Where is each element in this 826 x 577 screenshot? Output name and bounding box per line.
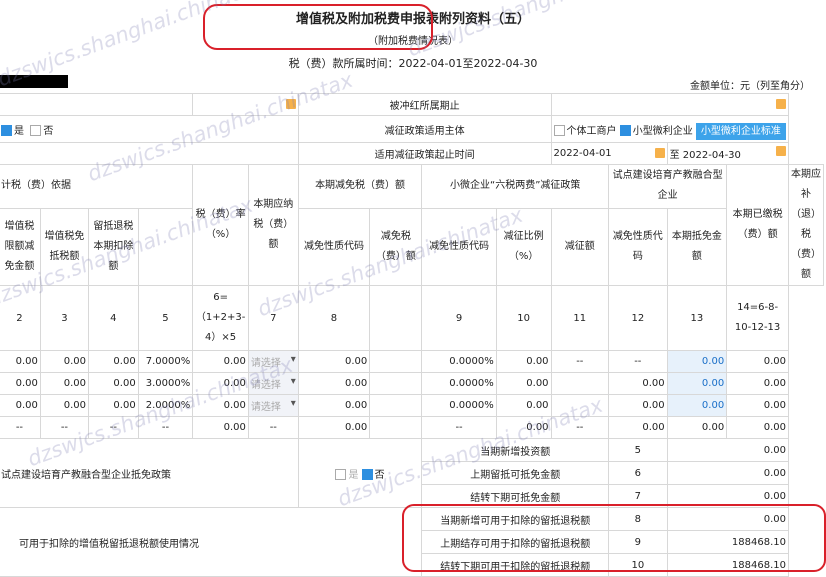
col-num: 12 <box>608 285 668 351</box>
start-date-input[interactable]: 2022-04-01 <box>554 148 612 159</box>
table-row: -- -- -- -- 0.00 -- 0.00 -- 0.00 -- 0.00… <box>0 416 824 439</box>
six-code-header: 减免性质代码 <box>421 207 497 287</box>
refund-deduct-header: 留抵退税本期扣除额 <box>88 207 139 287</box>
pilot-amount-header: 本期抵免金额 <box>666 207 728 287</box>
col-num: 7 <box>247 285 299 351</box>
no-label: 否 <box>43 125 54 137</box>
ratio-header: 减征比例（%） <box>495 207 552 287</box>
col-num: 4 <box>88 285 139 351</box>
pilot-item-label: 当期新增投资额 <box>421 438 610 462</box>
pilot-yes-label: 是 <box>348 469 359 481</box>
yes-label: 是 <box>14 125 24 137</box>
rate-cell: 7.0000% <box>137 350 194 373</box>
reduce-code-select[interactable]: 请选择 ▾ <box>247 394 299 417</box>
paid-header: 本期已缴税（费）额 <box>726 164 789 286</box>
col-num: 11 <box>550 285 610 351</box>
title-highlight-oval <box>203 4 433 50</box>
amount-unit: 金额单位：元（列至角分） <box>690 81 810 92</box>
individual-checkbox[interactable] <box>553 125 565 136</box>
yes-checkbox[interactable] <box>1 125 12 136</box>
calendar-icon[interactable] <box>776 99 786 109</box>
col-num: 14=6-8-10-12-13 <box>726 285 789 351</box>
payable-header: 本期应纳税（费）额 <box>247 164 299 286</box>
col-num: 2 <box>0 285 41 351</box>
vat-header-hidden <box>137 207 194 287</box>
col-num: 9 <box>421 285 497 351</box>
exempt-credit-header: 增值税免抵税额 <box>39 207 90 287</box>
pilot-no-checkbox[interactable] <box>361 469 373 480</box>
col-num: 10 <box>495 285 552 351</box>
paid-input[interactable]: 0.00 <box>666 350 728 373</box>
col-num: 13 <box>666 285 728 351</box>
reduce-sum-header: 减征额 <box>550 207 610 287</box>
small-enterprise-standard-button[interactable]: 小型微利企业标准 <box>695 122 786 140</box>
to-label: 至 <box>669 150 680 161</box>
individual-label: 个体工商户 <box>566 125 617 137</box>
rate-header: 税（费）率（%） <box>192 164 249 286</box>
col-num: 8 <box>297 285 371 351</box>
reduction-header: 本期减免税（费）额 <box>297 164 423 209</box>
table-row: 0.00 0.00 0.00 7.0000% 0.00 请选择 ▾ 0.00 0.… <box>0 350 824 373</box>
calendar-icon[interactable] <box>776 146 786 156</box>
pilot-no-label: 否 <box>374 469 385 481</box>
reduce-code-header: 减免性质代码 <box>297 207 371 287</box>
policy-period-label: 适用减征政策起止时间 <box>297 142 552 165</box>
paid-input[interactable]: 0.00 <box>666 394 728 417</box>
rate-cell: 3.0000% <box>137 372 194 395</box>
refund-usage-label: 可用于扣除的增值税留抵退税额使用情况 <box>0 507 423 577</box>
rate-cell: 2.0000% <box>137 394 194 417</box>
pilot-item-label: 上期留抵可抵免金额 <box>421 461 610 485</box>
col-num: 6=（1+2+3-4）×5 <box>192 285 249 351</box>
subject-label: 减征政策适用主体 <box>297 115 552 143</box>
table-row: 0.00 0.00 0.00 3.0000% 0.00 请选择 ▾ 0.00 0.… <box>0 372 824 395</box>
col-num: 3 <box>39 285 90 351</box>
calendar-icon[interactable] <box>654 148 665 158</box>
basis-header: 计税（费）依据 <box>0 164 194 209</box>
refund-highlight-oval <box>402 504 826 572</box>
due-header: 本期应补（退）税（费）额 <box>788 164 824 286</box>
end-date-input[interactable]: 2022-04-30 <box>683 150 741 161</box>
redacted-taxpayer <box>0 75 68 88</box>
pilot-header: 试点建设培育产教融合型企业 <box>608 164 728 209</box>
calendar-icon[interactable] <box>285 99 296 109</box>
pilot-code-header: 减免性质代码 <box>608 207 668 287</box>
tax-period: 税（费）款所属时间：2022-04-01至2022-04-30 <box>288 57 538 70</box>
small-enterprise-label: 小型微利企业 <box>632 125 693 137</box>
no-checkbox[interactable] <box>30 125 42 136</box>
reduce-amount-header: 减免税（费）额 <box>369 207 423 287</box>
pilot-policy-label: 试点建设培育产教融合型企业抵免政策 <box>0 438 299 508</box>
reduce-code-select[interactable]: 请选择 ▾ <box>247 350 299 373</box>
small-enterprise-checkbox[interactable] <box>619 125 631 136</box>
vat-limit-header: 增值税限额减免金额 <box>0 207 41 287</box>
table-row: 0.00 0.00 0.00 2.0000% 0.00 请选择 ▾ 0.00 0.… <box>0 394 824 417</box>
pilot-yes-checkbox[interactable] <box>335 469 347 480</box>
reduce-code-select[interactable]: 请选择 ▾ <box>247 372 299 395</box>
six-tax-header: 小微企业“六税两费”减征政策 <box>421 164 610 209</box>
reversal-period-label: 被冲红所属期止 <box>297 93 552 116</box>
paid-input[interactable]: 0.00 <box>666 372 728 395</box>
col-num: 5 <box>137 285 194 351</box>
